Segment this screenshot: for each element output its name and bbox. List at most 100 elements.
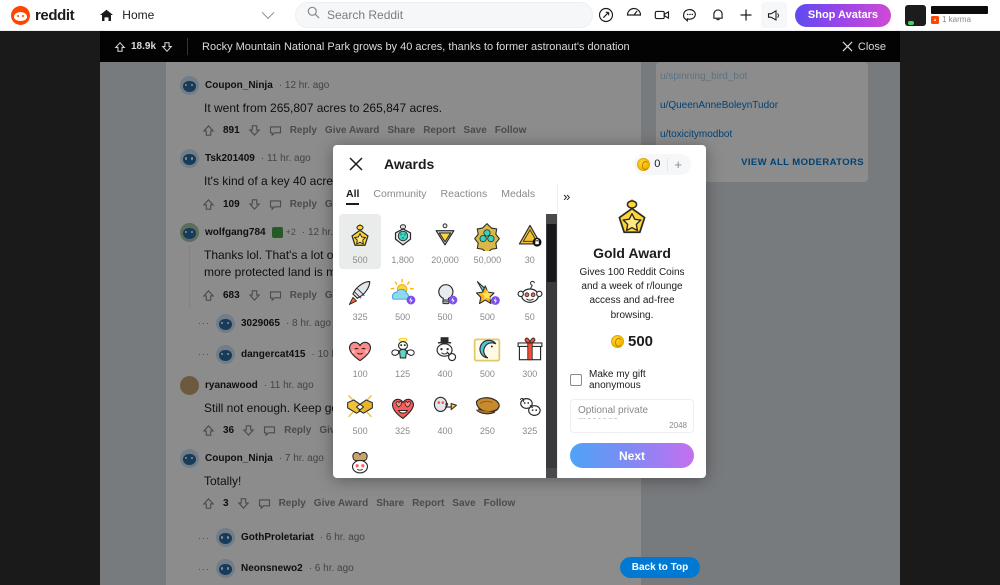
award-chef-snoo[interactable] xyxy=(339,442,381,478)
award-locked[interactable]: 30 xyxy=(509,214,551,269)
report-button[interactable]: Report xyxy=(412,498,444,509)
popular-icon[interactable] xyxy=(593,2,619,28)
award-angel[interactable]: 125 xyxy=(381,328,423,383)
upvote-icon[interactable] xyxy=(202,497,215,510)
next-button[interactable]: Next xyxy=(570,443,694,468)
downvote-icon[interactable] xyxy=(248,124,261,137)
award-wholesome[interactable]: 100 xyxy=(339,328,381,383)
award-argentium[interactable]: 50,000 xyxy=(466,214,508,269)
downvote-icon[interactable] xyxy=(161,41,173,53)
reply-button[interactable]: Reply xyxy=(284,425,311,436)
comment-author[interactable]: Coupon_Ninja xyxy=(205,453,273,464)
award-gift[interactable]: 300 xyxy=(509,328,551,383)
search-input[interactable] xyxy=(327,8,581,22)
awards-grid-scroll[interactable]: 500 1,800 20,000 50,000 30 325 500 500 5… xyxy=(333,209,557,478)
reply-button[interactable]: Reply xyxy=(279,498,306,509)
award-ternion[interactable]: 20,000 xyxy=(424,214,466,269)
reply-bubble-icon[interactable] xyxy=(269,289,282,302)
reply-bubble-icon[interactable] xyxy=(258,497,271,510)
comment-award-badge[interactable]: +2 xyxy=(271,226,296,238)
award-bravo[interactable]: 250 xyxy=(466,385,508,440)
trending-icon[interactable] xyxy=(621,2,647,28)
advertise-icon[interactable] xyxy=(760,2,787,28)
award-tophat-snoo[interactable]: 400 xyxy=(424,328,466,383)
private-message-box[interactable]: 2048 xyxy=(570,399,694,433)
scroll-down-arrow-icon[interactable] xyxy=(546,468,557,478)
comment-author[interactable]: Coupon_Ninja xyxy=(205,80,273,91)
award-rocket-like[interactable]: 325 xyxy=(339,271,381,326)
scrollbar-thumb[interactable] xyxy=(547,224,556,282)
moderator-link[interactable]: u/QueenAnneBoleynTudor xyxy=(656,91,868,120)
award-starstruck[interactable]: 500 xyxy=(466,271,508,326)
award-dolphin[interactable]: 500 xyxy=(466,328,508,383)
award-bulb[interactable]: 500 xyxy=(424,271,466,326)
award-wrestle[interactable]: 325 xyxy=(509,385,551,440)
reply-button[interactable]: Reply xyxy=(290,290,317,301)
report-button[interactable]: Report xyxy=(423,125,455,136)
comment-author[interactable]: ryanawood xyxy=(205,380,258,391)
award-trumpet[interactable]: 400 xyxy=(424,385,466,440)
close-icon[interactable] xyxy=(348,156,364,172)
reply-button[interactable]: Reply xyxy=(290,125,317,136)
give-award-button[interactable]: Give Award xyxy=(314,498,368,509)
anonymous-gift-row[interactable]: Make my gift anonymous xyxy=(570,369,694,391)
coin-balance-chip[interactable]: 0 + xyxy=(634,153,691,175)
tab-all[interactable]: All xyxy=(346,188,360,205)
moderator-link[interactable]: u/spinning_bird_bot xyxy=(656,62,868,91)
downvote-icon[interactable] xyxy=(248,289,261,302)
tab-community[interactable]: Community xyxy=(373,188,426,205)
upvote-icon[interactable] xyxy=(202,424,215,437)
anonymous-checkbox[interactable] xyxy=(570,374,582,386)
reply-button[interactable]: Reply xyxy=(290,199,317,210)
notification-icon[interactable] xyxy=(705,2,731,28)
comment-author[interactable]: 3029065 xyxy=(241,318,280,329)
comment-author[interactable]: wolfgang784 xyxy=(205,227,266,238)
private-message-input[interactable] xyxy=(578,405,686,419)
downvote-icon[interactable] xyxy=(248,198,261,211)
reply-bubble-icon[interactable] xyxy=(269,124,282,137)
reply-bubble-icon[interactable] xyxy=(263,424,276,437)
reply-bubble-icon[interactable] xyxy=(269,198,282,211)
buy-coins-button[interactable]: + xyxy=(667,157,688,171)
collapsed-comment[interactable]: ··· GothProletariat · 6 hr. ago xyxy=(188,528,641,548)
awards-grid-scrollbar[interactable] xyxy=(546,214,557,478)
award-bright-day[interactable]: 500 xyxy=(381,271,423,326)
collapsed-comment[interactable]: ··· Neonsnewo2 · 6 hr. ago xyxy=(188,559,641,579)
create-post-icon[interactable] xyxy=(733,2,759,28)
reddit-logo[interactable]: reddit xyxy=(0,5,75,25)
award-heart-eyes[interactable]: 325 xyxy=(381,385,423,440)
tab-medals[interactable]: Medals xyxy=(501,188,535,205)
upvote-icon[interactable] xyxy=(114,41,126,53)
comment-author[interactable]: Tsk201409 xyxy=(205,153,255,164)
comment-author[interactable]: dangercat415 xyxy=(241,349,305,360)
follow-button[interactable]: Follow xyxy=(484,498,516,509)
upvote-icon[interactable] xyxy=(202,198,215,211)
video-icon[interactable] xyxy=(649,2,675,28)
upvote-icon[interactable] xyxy=(202,124,215,137)
award-platinum[interactable]: 1,800 xyxy=(381,214,423,269)
share-button[interactable]: Share xyxy=(387,125,415,136)
award-handshake[interactable]: 500 xyxy=(339,385,381,440)
shop-avatars-button[interactable]: Shop Avatars xyxy=(794,3,891,27)
search-bar[interactable] xyxy=(295,2,593,28)
back-to-top-button[interactable]: Back to Top xyxy=(620,557,700,578)
comment-author[interactable]: Neonsnewo2 xyxy=(241,563,303,574)
post-title[interactable]: Rocky Mountain National Park grows by 40… xyxy=(202,41,630,53)
comment-author[interactable]: GothProletariat xyxy=(241,532,314,543)
close-post-button[interactable]: Close xyxy=(842,41,886,53)
downvote-icon[interactable] xyxy=(237,497,250,510)
upvote-icon[interactable] xyxy=(202,289,215,302)
award-snoo-outline[interactable]: 50 xyxy=(509,271,551,326)
share-button[interactable]: Share xyxy=(376,498,404,509)
award-gold[interactable]: 500 xyxy=(339,214,382,269)
tab-reactions[interactable]: Reactions xyxy=(441,188,488,205)
give-award-button[interactable]: Give Award xyxy=(325,125,379,136)
downvote-icon[interactable] xyxy=(242,424,255,437)
user-account-menu[interactable]: 1 karma xyxy=(901,3,992,28)
save-button[interactable]: Save xyxy=(463,125,486,136)
home-dropdown[interactable]: Home xyxy=(90,2,283,29)
follow-button[interactable]: Follow xyxy=(495,125,527,136)
chat-icon[interactable] xyxy=(677,2,703,28)
save-button[interactable]: Save xyxy=(452,498,475,509)
scroll-up-arrow-icon[interactable] xyxy=(546,214,557,224)
